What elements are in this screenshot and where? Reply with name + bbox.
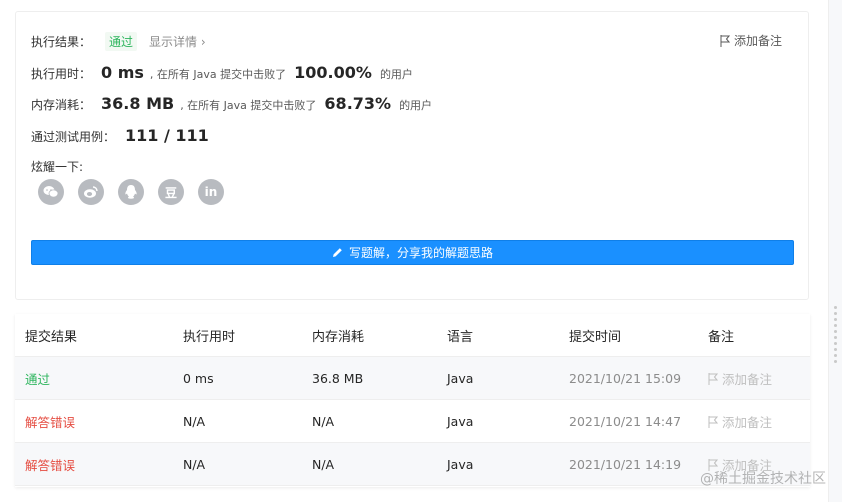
weibo-icon[interactable] (78, 179, 104, 205)
table-header: 提交结果 执行用时 内存消耗 语言 提交时间 备注 (15, 314, 810, 357)
row-add-note-button[interactable]: 添加备注 (708, 400, 772, 443)
runtime-percentile: 100.00% (294, 63, 372, 82)
table-row[interactable]: 解答错误 N/A N/A Java 2021/10/21 14:47 添加备注 (15, 400, 810, 443)
row-add-note-button[interactable]: 添加备注 (708, 357, 772, 400)
row-memory: 36.8 MB (312, 371, 364, 386)
runtime-row: 执行用时： 0 ms , 在所有 Java 提交中击败了 100.00% 的用户 (31, 63, 413, 82)
row-memory: N/A (312, 414, 335, 429)
header-runtime[interactable]: 执行用时 (183, 314, 235, 357)
table-row[interactable]: 通过 0 ms 36.8 MB Java 2021/10/21 15:09 添加… (15, 357, 810, 400)
tests-label: 通过测试用例： (31, 130, 116, 144)
memory-row: 内存消耗： 36.8 MB , 在所有 Java 提交中击败了 68.73% 的… (31, 94, 432, 113)
runtime-label: 执行用时： (31, 67, 92, 81)
add-note-label: 添加备注 (733, 34, 782, 48)
header-submit-time[interactable]: 提交时间 (569, 314, 621, 357)
linkedin-icon[interactable]: in (198, 179, 224, 205)
row-language: Java (447, 414, 474, 429)
row-language: Java (447, 371, 474, 386)
show-details-link[interactable]: 显示详情 › (149, 33, 206, 50)
row-runtime: 0 ms (183, 371, 214, 386)
row-runtime: N/A (183, 457, 206, 472)
header-note: 备注 (708, 330, 735, 345)
row-time: 2021/10/21 15:09 (569, 371, 682, 386)
result-row: 执行结果： 通过 显示详情 › (31, 32, 206, 51)
right-scroll-strip (828, 0, 842, 502)
row-result[interactable]: 通过 (25, 357, 50, 400)
share-icons: 豆 in (38, 179, 224, 205)
tests-row: 通过测试用例： 111 / 111 (31, 126, 209, 145)
submissions-table: 提交结果 执行用时 内存消耗 语言 提交时间 备注 通过 0 ms 36.8 M… (15, 314, 810, 487)
memory-percentile: 68.73% (324, 94, 392, 113)
wechat-icon[interactable] (38, 179, 64, 205)
write-solution-label: 写题解，分享我的解题思路 (348, 246, 493, 260)
runtime-users-text: 的用户 (379, 68, 413, 81)
pencil-icon (332, 248, 342, 257)
flag-icon (708, 415, 718, 428)
runtime-value: 0 ms (101, 63, 144, 82)
row-result[interactable]: 解答错误 (25, 443, 75, 486)
write-solution-button[interactable]: 写题解，分享我的解题思路 (31, 240, 794, 265)
douban-icon[interactable]: 豆 (158, 179, 184, 205)
header-memory[interactable]: 内存消耗 (312, 314, 364, 357)
drag-handle-dots[interactable] (834, 306, 837, 363)
result-label: 执行结果： (31, 35, 92, 49)
status-badge: 通过 (105, 32, 138, 51)
table-row[interactable]: 解答错误 N/A N/A Java 2021/10/21 14:19 添加备注 (15, 443, 810, 486)
tests-value: 111 / 111 (125, 126, 209, 145)
row-result[interactable]: 解答错误 (25, 400, 75, 443)
header-language[interactable]: 语言 (447, 314, 473, 357)
share-label: 炫耀一下: (31, 160, 84, 174)
watermark: @稀土掘金技术社区 (700, 471, 826, 487)
runtime-beat-text: , 在所有 Java 提交中击败了 (149, 68, 287, 81)
memory-label: 内存消耗： (31, 98, 92, 112)
memory-value: 36.8 MB (101, 94, 175, 113)
add-note-button[interactable]: 添加备注 (720, 32, 782, 49)
submission-result-card: 执行结果： 通过 显示详情 › 添加备注 执行用时： 0 ms , 在所有 Ja… (15, 11, 809, 300)
qq-icon[interactable] (118, 179, 144, 205)
row-memory: N/A (312, 457, 335, 472)
row-runtime: N/A (183, 414, 206, 429)
header-result[interactable]: 提交结果 (25, 314, 77, 357)
flag-icon (708, 372, 718, 385)
share-label-row: 炫耀一下: (31, 158, 83, 175)
flag-icon (720, 34, 730, 47)
row-time: 2021/10/21 14:19 (569, 457, 682, 472)
memory-users-text: 的用户 (399, 99, 433, 112)
row-language: Java (447, 457, 474, 472)
memory-beat-text: , 在所有 Java 提交中击败了 (180, 99, 317, 112)
row-time: 2021/10/21 14:47 (569, 414, 682, 429)
